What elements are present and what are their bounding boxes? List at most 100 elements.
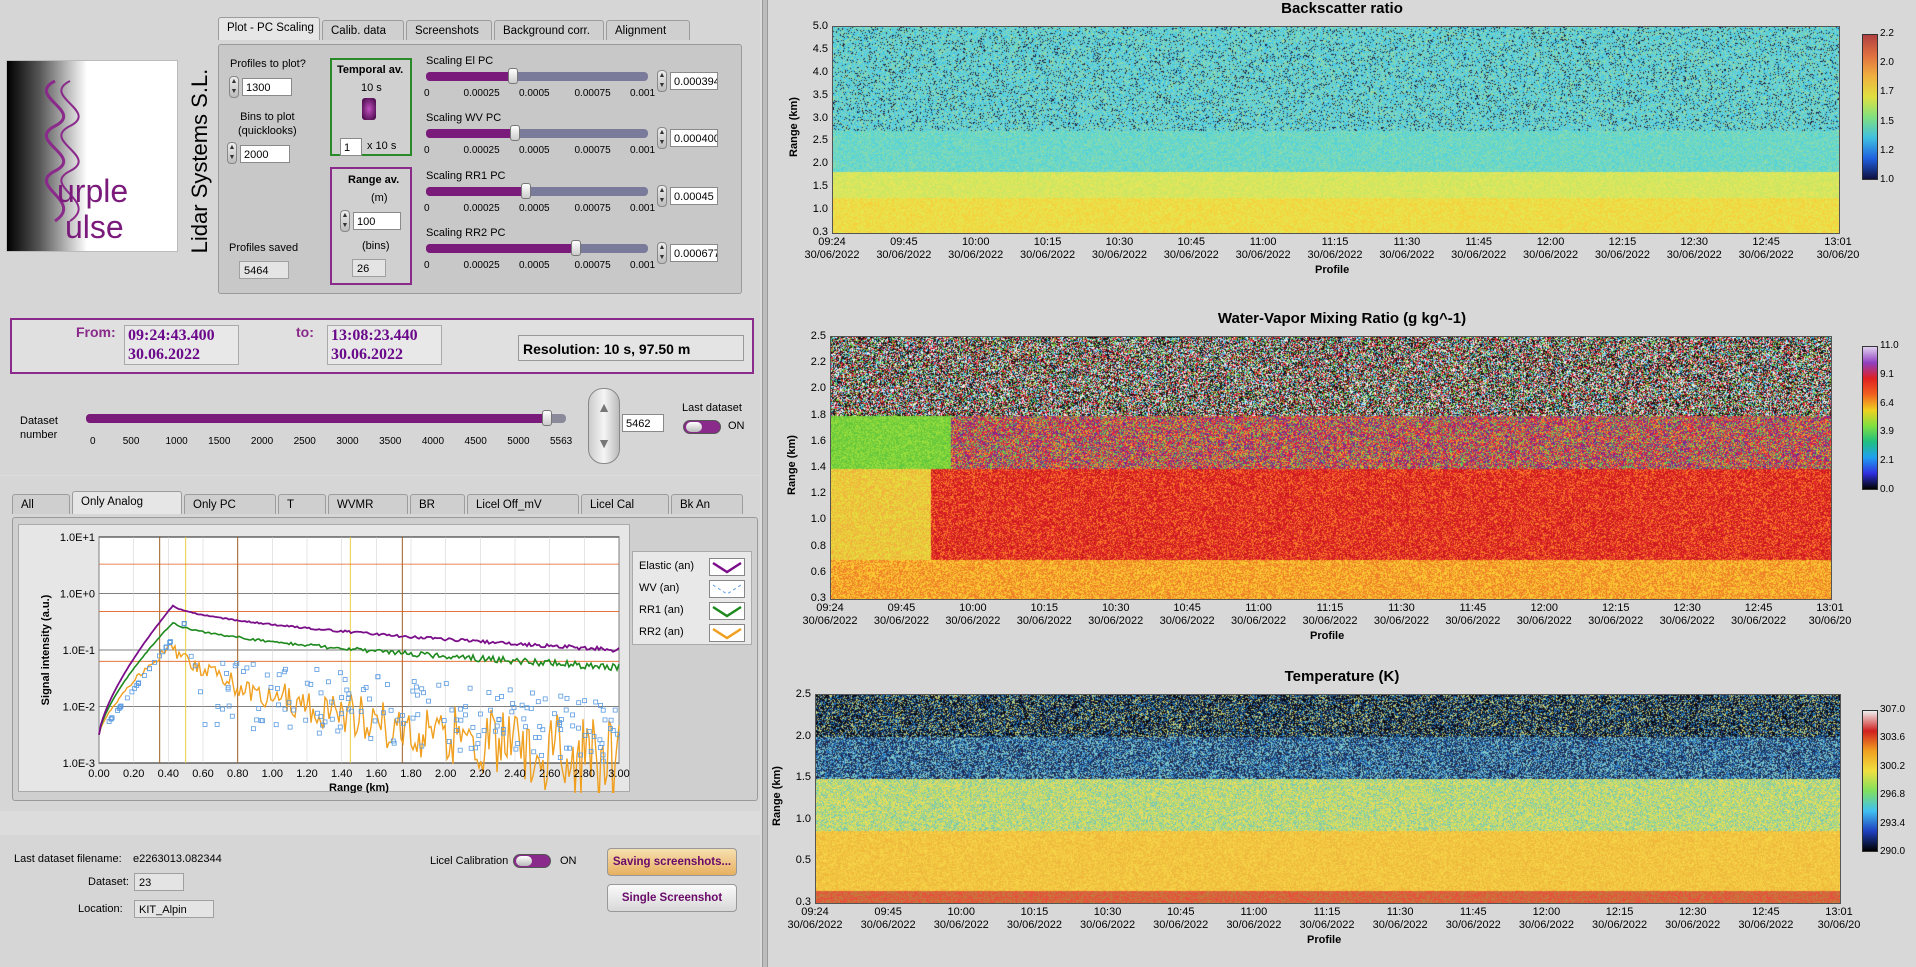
signal-tab-licel-off-mv[interactable]: Licel Off_mV [467, 494, 579, 514]
scaling-3-tick: 0.001 [630, 260, 655, 271]
scaling-0-tick: 0.0005 [519, 88, 550, 99]
signal-tab-only-analog[interactable]: Only Analog [72, 491, 182, 514]
from-date: 30.06.2022 [128, 345, 238, 364]
plot-2-time-tick: 10:30 30/06/2022 [1073, 906, 1143, 932]
scaling-3-fill [426, 244, 576, 253]
signal-tab-br[interactable]: BR [410, 494, 465, 514]
plot-1-y-tick: 0.6 [798, 566, 826, 578]
scaling-1-spinner[interactable]: ▲ ▼ [657, 127, 667, 149]
bins-spinner[interactable]: ▲ ▼ [227, 142, 237, 164]
profiles-to-plot-spinner[interactable]: ▲ ▼ [229, 76, 239, 98]
signal-x-tick: 2.40 [504, 768, 525, 780]
bins-to-plot-label: Bins to plot (quicklooks) [238, 110, 297, 138]
dataset-tick: 3500 [379, 436, 401, 447]
scaling-0-tick: 0.00075 [575, 88, 611, 99]
plot-0-y-tick: 3.0 [800, 112, 828, 124]
licel-calibration-state: ON [560, 855, 577, 867]
signal-tab-bk-an[interactable]: Bk An [671, 494, 743, 514]
scaling-0-tick: 0.001 [630, 88, 655, 99]
scaling-2-spinner[interactable]: ▲ ▼ [657, 185, 667, 207]
tab-background-corr[interactable]: Background corr. [494, 20, 604, 40]
plot-1-y-tick: 1.2 [798, 487, 826, 499]
plot-1-time-tick: 09:24 30/06/2022 [795, 602, 865, 628]
signal-tab-t[interactable]: T [278, 494, 326, 514]
plot-2-colorbar-tick: 296.8 [1880, 789, 1905, 800]
scaling-3-input[interactable]: 0.000677 [670, 244, 718, 262]
licel-calibration-toggle[interactable] [513, 854, 551, 868]
scaling-3-spinner[interactable]: ▲ ▼ [657, 242, 667, 264]
saving-screenshots-button[interactable]: Saving screenshots... [607, 848, 737, 876]
plot-1-colorbar [1862, 346, 1878, 490]
plot-0-time-tick: 11:00 30/06/2022 [1228, 236, 1298, 262]
signal-tab-licel-cal[interactable]: Licel Cal [581, 494, 669, 514]
range-av-m-input[interactable]: 100 [353, 212, 401, 230]
plot-2-time-tick: 12:00 30/06/2022 [1511, 906, 1581, 932]
dataset-slider-thumb[interactable] [542, 410, 552, 426]
signal-y-tick: 1.0E+1 [60, 532, 95, 544]
scaling-1-thumb[interactable] [510, 125, 520, 141]
temporal-av-count-input[interactable]: 1 [340, 138, 362, 156]
signal-tab-all[interactable]: All [12, 494, 70, 514]
scaling-0-spinner[interactable]: ▲ ▼ [657, 70, 667, 92]
plot-1-time-tick: 12:30 30/06/2022 [1652, 602, 1722, 628]
plot-2-time-tick: 11:30 30/06/2022 [1365, 906, 1435, 932]
plot-0-time-tick: 10:00 30/06/2022 [941, 236, 1011, 262]
legend-label: RR2 (an) [639, 626, 684, 638]
signal-x-tick: 0.40 [158, 768, 179, 780]
signal-x-tick: 2.80 [574, 768, 595, 780]
company-logo: urple ulse [6, 60, 178, 252]
scaling-2-label: Scaling RR1 PC [426, 170, 505, 182]
scaling-1-tick: 0.00025 [464, 145, 500, 156]
signal-tab-only-pc[interactable]: Only PC [184, 494, 276, 514]
plot-1-time-tick: 12:15 30/06/2022 [1581, 602, 1651, 628]
dataset-stepper-icon[interactable]: ▲ ▼ [588, 388, 620, 464]
scaling-1-tick: 0.0005 [519, 145, 550, 156]
resolution-display: Resolution: 10 s, 97.50 m [518, 335, 744, 361]
dataset-number-input[interactable]: 5462 [622, 414, 664, 432]
plot-1-colorbar-tick: 11.0 [1880, 340, 1899, 351]
plot-1-x-label: Profile [1310, 630, 1344, 642]
scaling-3-thumb[interactable] [571, 240, 581, 256]
temporal-av-unit: x 10 s [367, 140, 396, 152]
dataset-tick: 500 [123, 436, 140, 447]
scaling-1-input[interactable]: 0.000400 [670, 129, 718, 147]
signal-y-tick: 1.0E-1 [63, 645, 95, 657]
scaling-2-thumb[interactable] [521, 183, 531, 199]
tab-alignment[interactable]: Alignment [606, 20, 690, 40]
bins-input[interactable]: 2000 [240, 145, 290, 163]
dataset-tick: 3000 [336, 436, 358, 447]
signal-x-tick: 0.00 [88, 768, 109, 780]
scaling-0-tick: 0.00025 [464, 88, 500, 99]
signal-y-tick: 1.0E+0 [60, 589, 95, 601]
legend-swatch [709, 580, 745, 598]
plot-0-time-tick: 12:30 30/06/2022 [1659, 236, 1729, 262]
last-dataset-toggle[interactable] [683, 420, 721, 434]
legend-swatch [709, 558, 745, 576]
scaling-2-fill [426, 187, 526, 196]
plot-1-time-tick: 12:45 30/06/2022 [1724, 602, 1794, 628]
signal-tab-wvmr[interactable]: WVMR [328, 494, 408, 514]
plot-0-y-tick: 4.0 [800, 66, 828, 78]
signal-x-tick: 2.20 [470, 768, 491, 780]
from-label: From: [76, 324, 116, 340]
scaling-2-input[interactable]: 0.00045 [670, 187, 718, 205]
scaling-0-input[interactable]: 0.000394 [670, 72, 718, 90]
single-screenshot-button[interactable]: Single Screenshot [607, 884, 737, 912]
from-time: 09:24:43.400 [128, 326, 238, 345]
plot-0-colorbar-tick: 1.7 [1880, 86, 1894, 97]
signal-x-tick: 0.20 [123, 768, 144, 780]
plot-1-time-tick: 12:00 30/06/2022 [1509, 602, 1579, 628]
tab-calib-data[interactable]: Calib. data [322, 20, 404, 40]
range-av-spinner[interactable]: ▲ ▼ [340, 210, 350, 232]
temporal-av-knob-icon[interactable] [362, 98, 376, 120]
tab-screenshots[interactable]: Screenshots [406, 20, 492, 40]
plot-1-colorbar-tick: 0.0 [1880, 484, 1894, 495]
profiles-to-plot-input[interactable]: 1300 [242, 78, 292, 96]
signal-x-tick: 1.80 [400, 768, 421, 780]
plot-0-colorbar-tick: 1.2 [1880, 145, 1894, 156]
dataset-value: 23 [134, 873, 184, 891]
plot-0-y-tick: 1.5 [800, 180, 828, 192]
tab-plot-pc-scaling[interactable]: Plot - PC Scaling [218, 17, 320, 40]
dataset-tick: 1000 [165, 436, 187, 447]
scaling-0-thumb[interactable] [508, 68, 518, 84]
